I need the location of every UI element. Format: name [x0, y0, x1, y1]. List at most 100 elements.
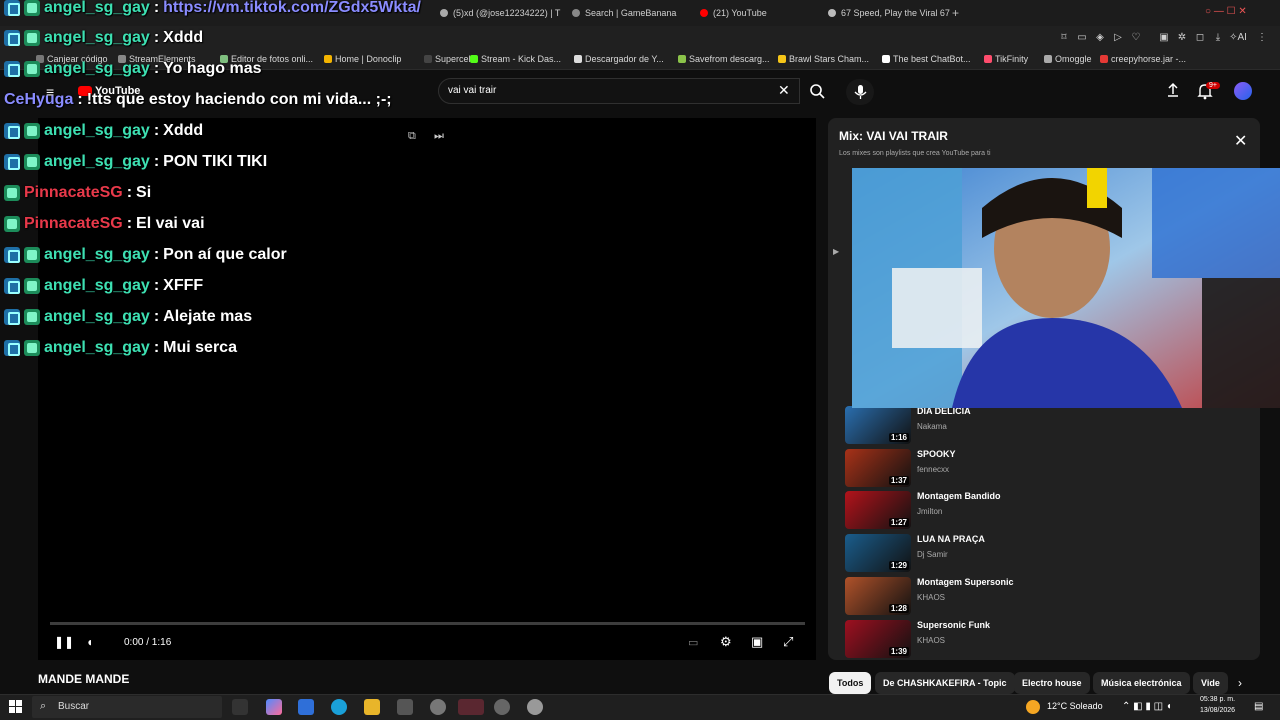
task-view-icon[interactable]: [232, 699, 248, 715]
window-controls[interactable]: ○ — ☐ ✕: [1205, 6, 1247, 17]
filter-chip[interactable]: De CHASHKAKEFIRA - Topic: [875, 672, 1015, 694]
notification-center-icon[interactable]: ▤: [1254, 701, 1263, 712]
extension-icon[interactable]: ▣: [1158, 32, 1170, 44]
bookmark-label: Omoggle: [1055, 54, 1092, 64]
avatar[interactable]: [1234, 82, 1252, 100]
duration-badge: 1:39: [888, 646, 909, 656]
playlist-item[interactable]: 1:29 LUA NA PRAÇA Dj Samir: [845, 534, 1245, 574]
edge-icon[interactable]: [331, 699, 347, 715]
bookmark-item[interactable]: Home | Donoclip: [324, 54, 401, 64]
twitch-badge-icon: [4, 123, 20, 139]
chat-message: angel_sg_gay: Alejate mas: [4, 307, 252, 327]
bookmark-item[interactable]: Omoggle: [1044, 54, 1092, 64]
heart-icon[interactable]: ♡: [1130, 32, 1142, 44]
start-button[interactable]: [9, 700, 22, 713]
fullscreen-icon[interactable]: ⤢: [783, 634, 793, 650]
browser-tab[interactable]: (21) YouTube: [700, 4, 767, 22]
active-browser-icon[interactable]: [458, 699, 484, 715]
puzzle-icon[interactable]: ✲: [1176, 32, 1188, 44]
twitch-badge-icon: [4, 30, 20, 46]
play-icon[interactable]: ▷: [1112, 32, 1124, 44]
weather-text[interactable]: 12°C Soleado: [1047, 701, 1103, 711]
clear-search-icon[interactable]: ✕: [778, 82, 790, 99]
duration-badge: 1:28: [888, 603, 909, 613]
theater-mode-icon[interactable]: ▣: [751, 634, 763, 650]
subtitles-icon[interactable]: ▭: [688, 636, 698, 649]
chat-separator: :: [153, 153, 160, 170]
progress-bar[interactable]: [50, 622, 805, 625]
chat-username: angel_sg_gay: [44, 153, 150, 170]
video-player[interactable]: [38, 118, 816, 660]
filter-chip[interactable]: Todos: [829, 672, 872, 694]
download-icon[interactable]: ⤓: [1212, 32, 1224, 44]
bookmark-item[interactable]: Savefrom descarg...: [678, 54, 770, 64]
menu-dots-icon[interactable]: ⋮: [1256, 32, 1268, 44]
app-icon[interactable]: [397, 699, 413, 715]
filter-chip[interactable]: Vide: [1193, 672, 1228, 694]
screenshot-icon[interactable]: ▭: [1076, 32, 1088, 44]
bookmark-item[interactable]: Descargador de Y...: [574, 54, 664, 64]
bookmark-icon[interactable]: ⌑: [1058, 32, 1070, 44]
bookmark-item[interactable]: TikFinity: [984, 54, 1028, 64]
store-icon[interactable]: [298, 699, 314, 715]
bookmark-label: TikFinity: [995, 54, 1029, 64]
app-icon-3[interactable]: [527, 699, 543, 715]
chips-next-icon[interactable]: ›: [1238, 676, 1242, 690]
bookmark-item[interactable]: The best ChatBot...: [882, 54, 971, 64]
next-video-icon[interactable]: ⏭: [434, 130, 444, 143]
bookmark-item[interactable]: creepyhorse.jar -...: [1100, 54, 1186, 64]
wallet-icon[interactable]: ◻: [1194, 32, 1206, 44]
twitch-badge-icon: [4, 0, 20, 16]
volume-icon[interactable]: ◖: [86, 635, 93, 649]
ai-icon[interactable]: ✧AI: [1228, 32, 1248, 44]
tab-favicon-icon: [828, 9, 836, 17]
chat-separator: :: [153, 339, 160, 356]
miniplayer-icon[interactable]: ⧉: [408, 130, 416, 143]
pause-button[interactable]: ❚❚: [54, 635, 74, 649]
playlist-thumbnail: 1:29: [845, 534, 911, 573]
copilot-icon[interactable]: [266, 699, 282, 715]
upload-icon[interactable]: [1165, 82, 1181, 98]
shield-icon[interactable]: ◈: [1094, 32, 1106, 44]
bookmark-item[interactable]: Brawl Stars Cham...: [778, 54, 869, 64]
clock-date[interactable]: 13/08/2026: [1200, 707, 1235, 714]
twitch-badge-icon: [4, 278, 20, 294]
tab-label: 67 Speed, Play the Viral 67: [841, 8, 950, 18]
playlist-item[interactable]: 1:39 Supersonic Funk KHAOS: [845, 619, 1245, 660]
close-playlist-icon[interactable]: ✕: [1234, 134, 1248, 150]
playlist-item[interactable]: 1:27 Montagem Bandido Jmilton: [845, 491, 1245, 531]
obs-icon[interactable]: [494, 699, 510, 715]
playlist-item-artist: Nakama: [917, 422, 947, 431]
chat-text: Pon aí que calor: [163, 246, 287, 263]
clock-time[interactable]: 05:38 p. m.: [1200, 696, 1235, 703]
bookmark-favicon-icon: [424, 55, 432, 63]
browser-tab[interactable]: Search | GameBanana: [572, 4, 676, 22]
chat-username: angel_sg_gay: [44, 246, 150, 263]
bookmark-item[interactable]: Supercell: [424, 54, 473, 64]
file-explorer-icon[interactable]: [364, 699, 380, 715]
filter-chip[interactable]: Música electrónica: [1093, 672, 1190, 694]
chat-username: angel_sg_gay: [44, 339, 150, 356]
bookmark-label: Supercell: [435, 54, 473, 64]
chat-badge-icon: [24, 61, 40, 77]
playlist-item[interactable]: 1:37 SPOOKY fennecxx: [845, 448, 1245, 489]
bookmark-item[interactable]: Stream - Kick Das...: [470, 54, 561, 64]
bookmark-label: Home | Donoclip: [335, 54, 402, 64]
tray-icons[interactable]: ⌃ ◧ ▮ ◫ ◖: [1122, 701, 1172, 712]
browser-tab[interactable]: (5)xd (@jose12234222) | T: [440, 4, 560, 22]
filter-chip[interactable]: Electro house: [1014, 672, 1090, 694]
voice-search-button[interactable]: [846, 79, 874, 105]
playlist-item[interactable]: 1:16 DIA DELICIA Nakama: [845, 406, 1245, 446]
chat-text[interactable]: https://vm.tiktok.com/ZGdx5Wkta/: [163, 0, 421, 17]
chat-badge-icon: [24, 309, 40, 325]
chat-badge-icon: [24, 123, 40, 139]
chat-username: CeHyuga: [4, 91, 74, 108]
app-icon-2[interactable]: [430, 699, 446, 715]
playlist-title[interactable]: Mix: VAI VAI TRAIR: [839, 129, 948, 143]
new-tab-button[interactable]: +: [952, 6, 959, 20]
settings-gear-icon[interactable]: ⚙: [720, 634, 732, 650]
playlist-item[interactable]: 1:28 Montagem Supersonic KHAOS: [845, 576, 1245, 617]
browser-tab[interactable]: 67 Speed, Play the Viral 67: [828, 4, 950, 22]
chat-separator: :: [153, 122, 160, 139]
search-button[interactable]: [802, 78, 832, 104]
